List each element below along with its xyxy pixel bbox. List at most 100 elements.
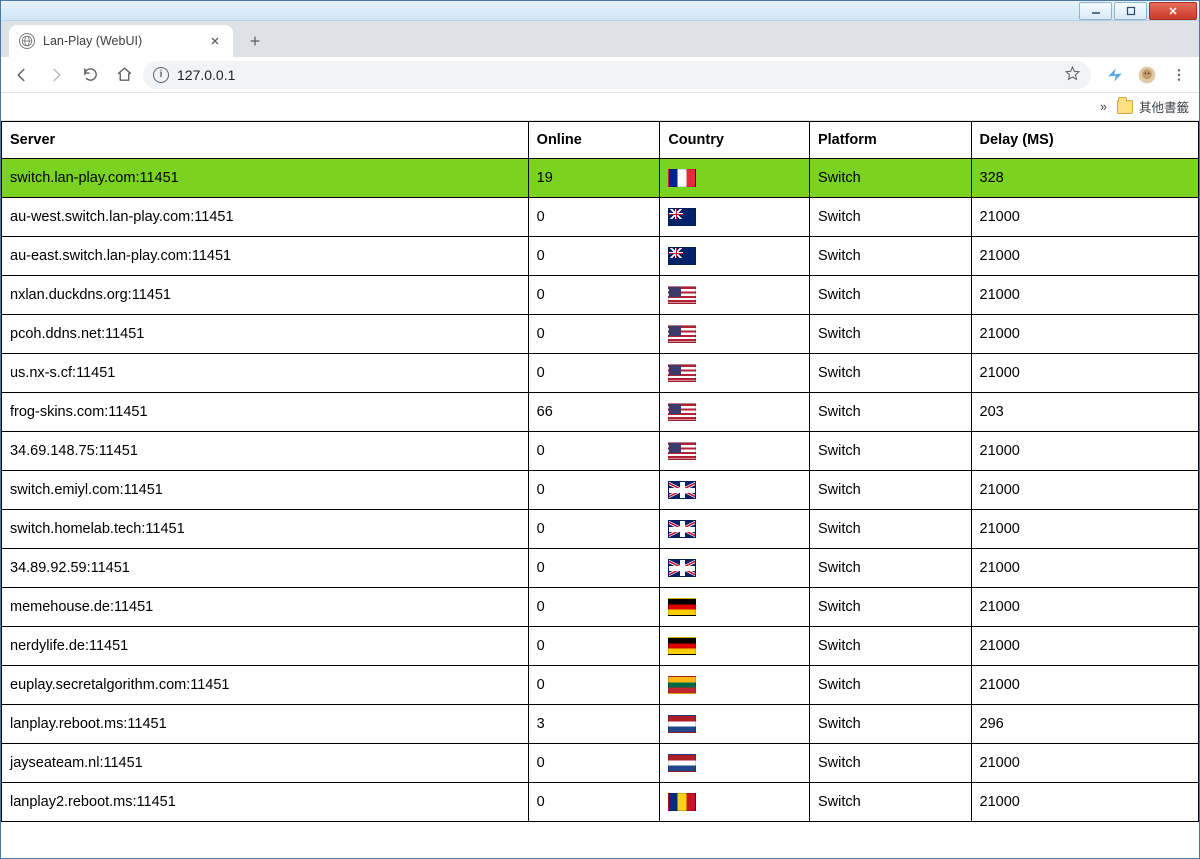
cell-online: 0 xyxy=(528,510,660,549)
other-bookmarks-label: 其他書籤 xyxy=(1139,97,1189,116)
profile-avatar[interactable] xyxy=(1133,61,1161,89)
cell-delay: 21000 xyxy=(971,198,1198,237)
cell-delay: 21000 xyxy=(971,432,1198,471)
flag-icon xyxy=(668,403,696,421)
cell-server: nerdylife.de:11451 xyxy=(2,627,529,666)
flag-icon xyxy=(668,637,696,655)
flag-icon xyxy=(668,754,696,772)
table-row[interactable]: switch.emiyl.com:114510Switch21000 xyxy=(2,471,1199,510)
cell-country xyxy=(660,588,810,627)
folder-icon xyxy=(1117,100,1133,114)
cell-platform: Switch xyxy=(809,159,971,198)
reload-icon xyxy=(82,66,99,83)
cell-country xyxy=(660,510,810,549)
cell-platform: Switch xyxy=(809,705,971,744)
cell-delay: 21000 xyxy=(971,354,1198,393)
table-row[interactable]: euplay.secretalgorithm.com:114510Switch2… xyxy=(2,666,1199,705)
cell-country xyxy=(660,627,810,666)
extension-icon-1[interactable] xyxy=(1101,61,1129,89)
cell-platform: Switch xyxy=(809,510,971,549)
forward-button[interactable] xyxy=(41,60,71,90)
cell-delay: 21000 xyxy=(971,510,1198,549)
cell-online: 0 xyxy=(528,783,660,822)
reload-button[interactable] xyxy=(75,60,105,90)
table-row[interactable]: pcoh.ddns.net:114510Switch21000 xyxy=(2,315,1199,354)
cell-country xyxy=(660,354,810,393)
cell-delay: 21000 xyxy=(971,471,1198,510)
cell-server: euplay.secretalgorithm.com:11451 xyxy=(2,666,529,705)
browser-tab[interactable]: Lan-Play (WebUI) xyxy=(9,25,233,57)
table-row[interactable]: au-east.switch.lan-play.com:114510Switch… xyxy=(2,237,1199,276)
cell-platform: Switch xyxy=(809,237,971,276)
cell-platform: Switch xyxy=(809,666,971,705)
tab-title: Lan-Play (WebUI) xyxy=(43,34,142,48)
browser-menu-button[interactable] xyxy=(1165,61,1193,89)
table-row[interactable]: jayseateam.nl:114510Switch21000 xyxy=(2,744,1199,783)
window-minimize-button[interactable] xyxy=(1079,2,1112,20)
col-header-platform[interactable]: Platform xyxy=(809,122,971,159)
cell-country xyxy=(660,471,810,510)
other-bookmarks-button[interactable]: 其他書籤 xyxy=(1117,97,1189,116)
table-row[interactable]: lanplay.reboot.ms:114513Switch296 xyxy=(2,705,1199,744)
table-row[interactable]: 34.89.92.59:114510Switch21000 xyxy=(2,549,1199,588)
col-header-country[interactable]: Country xyxy=(660,122,810,159)
col-header-online[interactable]: Online xyxy=(528,122,660,159)
cell-delay: 21000 xyxy=(971,315,1198,354)
back-button[interactable] xyxy=(7,60,37,90)
cell-platform: Switch xyxy=(809,276,971,315)
table-row[interactable]: frog-skins.com:1145166Switch203 xyxy=(2,393,1199,432)
cell-delay: 203 xyxy=(971,393,1198,432)
page-viewport[interactable]: Server Online Country Platform Delay (MS… xyxy=(1,121,1199,858)
table-row[interactable]: nxlan.duckdns.org:114510Switch21000 xyxy=(2,276,1199,315)
cell-country xyxy=(660,549,810,588)
tab-close-button[interactable] xyxy=(207,33,223,49)
flag-icon xyxy=(668,247,696,265)
cell-delay: 21000 xyxy=(971,783,1198,822)
table-row[interactable]: switch.homelab.tech:114510 Switch21000 xyxy=(2,510,1199,549)
table-row[interactable]: memehouse.de:114510Switch21000 xyxy=(2,588,1199,627)
cell-online: 0 xyxy=(528,549,660,588)
table-row[interactable]: us.nx-s.cf:114510Switch21000 xyxy=(2,354,1199,393)
bookmark-star-button[interactable] xyxy=(1064,65,1081,85)
cell-country xyxy=(660,237,810,276)
table-header-row: Server Online Country Platform Delay (MS… xyxy=(2,122,1199,159)
cell-platform: Switch xyxy=(809,471,971,510)
window-maximize-button[interactable] xyxy=(1114,2,1147,20)
cell-country xyxy=(660,744,810,783)
cell-platform: Switch xyxy=(809,783,971,822)
flag-icon xyxy=(668,208,696,226)
window-close-button[interactable] xyxy=(1149,2,1197,20)
cell-delay: 328 xyxy=(971,159,1198,198)
cell-online: 0 xyxy=(528,744,660,783)
cell-server: switch.homelab.tech:11451 xyxy=(2,510,529,549)
home-button[interactable] xyxy=(109,60,139,90)
table-row[interactable]: lanplay2.reboot.ms:114510 Switch21000 xyxy=(2,783,1199,822)
cell-server: 34.69.148.75:11451 xyxy=(2,432,529,471)
cell-country xyxy=(660,783,810,822)
bookmark-overflow-button[interactable]: » xyxy=(1100,100,1107,114)
flag-icon xyxy=(668,793,696,811)
table-row[interactable]: switch.lan-play.com:1145119Switch328 xyxy=(2,159,1199,198)
cell-server: us.nx-s.cf:11451 xyxy=(2,354,529,393)
new-tab-button[interactable] xyxy=(241,27,269,55)
cell-delay: 21000 xyxy=(971,237,1198,276)
address-bar[interactable]: i 127.0.0.1 xyxy=(143,61,1091,89)
cell-online: 3 xyxy=(528,705,660,744)
cell-country xyxy=(660,666,810,705)
flag-icon xyxy=(668,481,696,499)
col-header-server[interactable]: Server xyxy=(2,122,529,159)
cell-server: memehouse.de:11451 xyxy=(2,588,529,627)
cell-server: lanplay2.reboot.ms:11451 xyxy=(2,783,529,822)
table-row[interactable]: nerdylife.de:114510Switch21000 xyxy=(2,627,1199,666)
browser-chrome: Lan-Play (WebUI) i xyxy=(1,21,1199,121)
site-info-icon[interactable]: i xyxy=(153,67,169,83)
table-row[interactable]: 34.69.148.75:114510Switch21000 xyxy=(2,432,1199,471)
table-row[interactable]: au-west.switch.lan-play.com:114510Switch… xyxy=(2,198,1199,237)
window: Lan-Play (WebUI) i xyxy=(0,0,1200,859)
flag-icon xyxy=(668,325,696,343)
cell-delay: 21000 xyxy=(971,549,1198,588)
browser-toolbar: i 127.0.0.1 xyxy=(1,57,1199,93)
cell-online: 0 xyxy=(528,432,660,471)
cell-delay: 21000 xyxy=(971,588,1198,627)
col-header-delay[interactable]: Delay (MS) xyxy=(971,122,1198,159)
